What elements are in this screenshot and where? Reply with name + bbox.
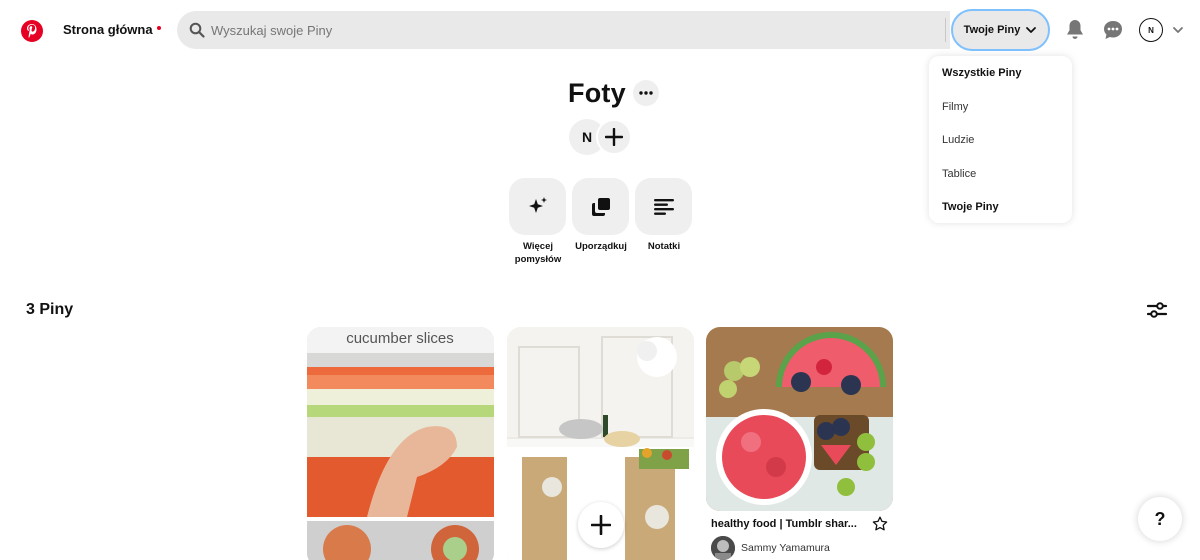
- menu-item-videos[interactable]: Filmy: [942, 101, 968, 113]
- menu-item-your-pins[interactable]: Twoje Piny: [942, 201, 999, 213]
- notes-action[interactable]: Notatki: [635, 178, 693, 253]
- pin-image-caption: cucumber slices: [346, 330, 454, 347]
- menu-item-boards[interactable]: Tablice: [942, 168, 976, 180]
- ellipsis-icon: [639, 91, 653, 95]
- more-ideas-label: Więcej pomysłów: [514, 241, 562, 265]
- nav-home-link[interactable]: Strona główna: [63, 22, 161, 37]
- search-bar[interactable]: [177, 11, 950, 49]
- search-scope-button[interactable]: Twoje Piny: [951, 9, 1050, 51]
- account-chevron-down-icon[interactable]: [1172, 24, 1184, 36]
- organize-action[interactable]: Uporządkuj: [572, 178, 630, 253]
- pin-image[interactable]: cucumber slices: [307, 327, 494, 560]
- notifications-bell-icon[interactable]: [1064, 19, 1086, 41]
- organize-label: Uporządkuj: [575, 241, 627, 252]
- notes-button[interactable]: [635, 178, 692, 235]
- search-divider: [945, 18, 946, 42]
- board-owner-initial: N: [581, 129, 593, 145]
- user-avatar-initial: N: [1148, 25, 1154, 35]
- organize-icon: [591, 197, 610, 216]
- top-nav: Strona główna Twoje Piny N: [0, 0, 1200, 62]
- more-ideas-action[interactable]: Więcej pomysłów: [509, 178, 567, 266]
- notes-icon: [653, 198, 674, 215]
- search-scope-menu: Wszystkie Piny Filmy Ludzie Tablice Twoj…: [929, 56, 1072, 223]
- menu-item-people[interactable]: Ludzie: [942, 134, 974, 146]
- organize-button[interactable]: [572, 178, 629, 235]
- board-title: Foty: [568, 78, 626, 108]
- help-button[interactable]: ?: [1138, 497, 1182, 541]
- pin-title[interactable]: healthy food | Tumblr shar...: [711, 518, 857, 530]
- pinterest-logo-icon[interactable]: [21, 20, 43, 42]
- pin-card[interactable]: cucumber slices: [307, 327, 494, 560]
- add-collaborator-button[interactable]: [596, 119, 632, 155]
- star-icon[interactable]: [872, 516, 888, 532]
- pin-author-name[interactable]: Sammy Yamamura: [741, 542, 830, 554]
- user-avatar[interactable]: N: [1139, 18, 1163, 42]
- search-icon: [189, 22, 205, 38]
- board-more-options-button[interactable]: [633, 80, 659, 106]
- pin-card[interactable]: [706, 327, 893, 511]
- search-scope-label: Twoje Piny: [963, 24, 1021, 36]
- nav-home-label: Strona główna: [63, 22, 153, 37]
- pins-count: 3 Piny: [26, 301, 74, 318]
- sparkle-icon: [528, 196, 547, 213]
- menu-item-all-pins[interactable]: Wszystkie Piny: [942, 67, 1021, 79]
- plus-icon: [591, 515, 611, 535]
- help-label: ?: [1154, 508, 1166, 529]
- notes-label: Notatki: [647, 241, 681, 252]
- plus-icon: [605, 128, 623, 146]
- pin-image[interactable]: [706, 327, 893, 511]
- save-pin-button[interactable]: [578, 502, 624, 548]
- filter-icon[interactable]: [1146, 299, 1168, 321]
- more-ideas-button[interactable]: [509, 178, 566, 235]
- messages-icon[interactable]: [1102, 19, 1124, 41]
- notification-dot: [156, 25, 161, 30]
- search-input[interactable]: [211, 22, 911, 38]
- chevron-down-icon: [1026, 27, 1037, 33]
- pin-author-avatar[interactable]: [711, 536, 735, 560]
